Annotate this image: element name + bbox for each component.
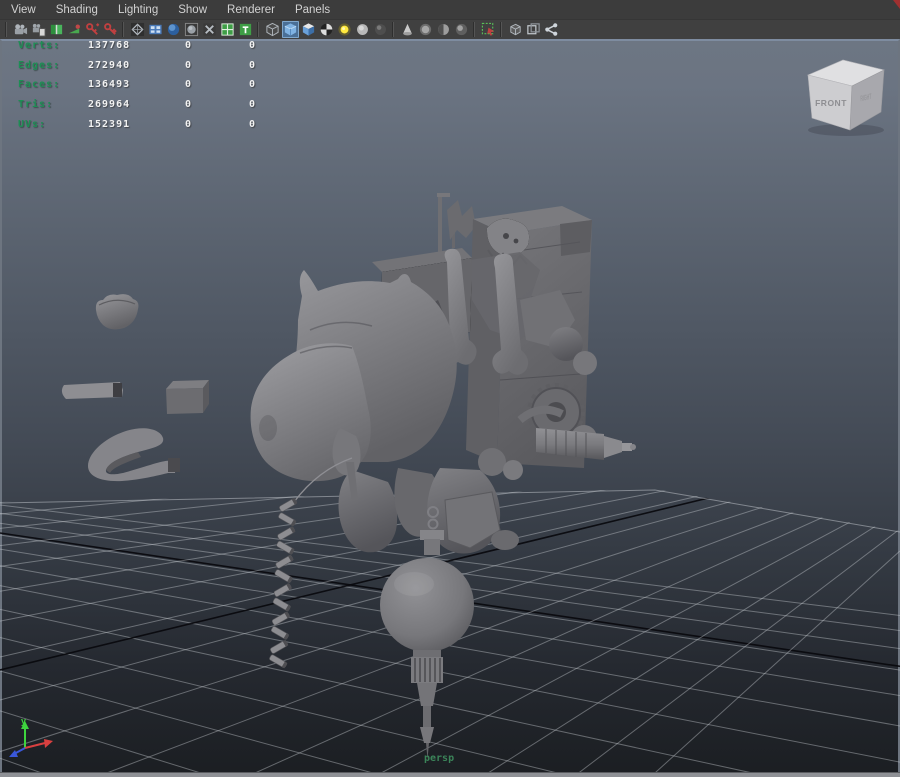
grid-display-icon[interactable] bbox=[129, 21, 146, 38]
plugin-shading-icon[interactable] bbox=[543, 21, 560, 38]
part-cube bbox=[166, 380, 209, 414]
camera-keys-icon[interactable] bbox=[102, 21, 119, 38]
floating-parts[interactable] bbox=[61, 294, 209, 482]
polygon-model[interactable] bbox=[250, 193, 636, 759]
isolate-select-icon[interactable] bbox=[480, 21, 497, 38]
menu-item-view[interactable]: View bbox=[0, 0, 46, 20]
film-gate-icon[interactable] bbox=[147, 21, 164, 38]
shaded-sphere-display-icon[interactable] bbox=[165, 21, 182, 38]
shadows-icon[interactable] bbox=[399, 21, 416, 38]
resolution-gate-icon[interactable] bbox=[183, 21, 200, 38]
safe-title-icon[interactable] bbox=[237, 21, 254, 38]
panel-toolbar bbox=[0, 20, 900, 39]
toolbar-separator bbox=[4, 22, 9, 37]
smooth-shade-mode-icon[interactable] bbox=[281, 21, 299, 38]
menu-item-show[interactable]: Show bbox=[168, 0, 217, 20]
firecracker-string bbox=[269, 457, 353, 669]
axis-y-label: y bbox=[21, 716, 26, 726]
toolbar-separator bbox=[256, 22, 261, 37]
viewport-canvas[interactable]: y FRONT RIGHT bbox=[0, 0, 900, 777]
depth-of-field-icon[interactable] bbox=[453, 21, 470, 38]
menu-item-lighting[interactable]: Lighting bbox=[108, 0, 168, 20]
motion-blur-icon[interactable] bbox=[435, 21, 452, 38]
bookmarks-icon[interactable] bbox=[48, 21, 65, 38]
flat-lighting-icon[interactable] bbox=[354, 21, 371, 38]
use-all-lights-icon[interactable] bbox=[336, 21, 353, 38]
part-hook bbox=[88, 428, 180, 482]
xray-mode-icon[interactable] bbox=[507, 21, 524, 38]
xray-active-components-icon[interactable] bbox=[525, 21, 542, 38]
field-chart-icon[interactable] bbox=[219, 21, 236, 38]
menu-item-panels[interactable]: Panels bbox=[285, 0, 340, 20]
wireframe-mode-icon[interactable] bbox=[264, 21, 281, 38]
camera-attributes-icon[interactable] bbox=[30, 21, 47, 38]
part-bowl bbox=[95, 294, 139, 330]
use-default-material-icon[interactable] bbox=[318, 21, 335, 38]
image-plane-icon[interactable] bbox=[66, 21, 83, 38]
no-lighting-icon[interactable] bbox=[372, 21, 389, 38]
select-camera-icon[interactable] bbox=[12, 21, 29, 38]
toolbar-separator bbox=[121, 22, 126, 37]
textured-mode-icon[interactable] bbox=[300, 21, 317, 38]
toolbar-separator bbox=[391, 22, 396, 37]
ambient-occlusion-icon[interactable] bbox=[417, 21, 434, 38]
set-camera-key-icon[interactable] bbox=[84, 21, 101, 38]
panel-corner-mark bbox=[893, 0, 900, 9]
menu-item-shading[interactable]: Shading bbox=[46, 0, 108, 20]
menu-item-renderer[interactable]: Renderer bbox=[217, 0, 285, 20]
toolbar-separator bbox=[499, 22, 504, 37]
view-cube[interactable]: FRONT RIGHT bbox=[807, 59, 885, 136]
viewport-bottom-border bbox=[0, 772, 900, 777]
toolbar-separator bbox=[472, 22, 477, 37]
camera-name-label: persp bbox=[424, 753, 455, 764]
view-cube-front-label: FRONT bbox=[815, 98, 847, 108]
gate-mask-icon[interactable] bbox=[201, 21, 218, 38]
panel-menu-bar: View Shading Lighting Show Renderer Panels bbox=[0, 0, 900, 20]
